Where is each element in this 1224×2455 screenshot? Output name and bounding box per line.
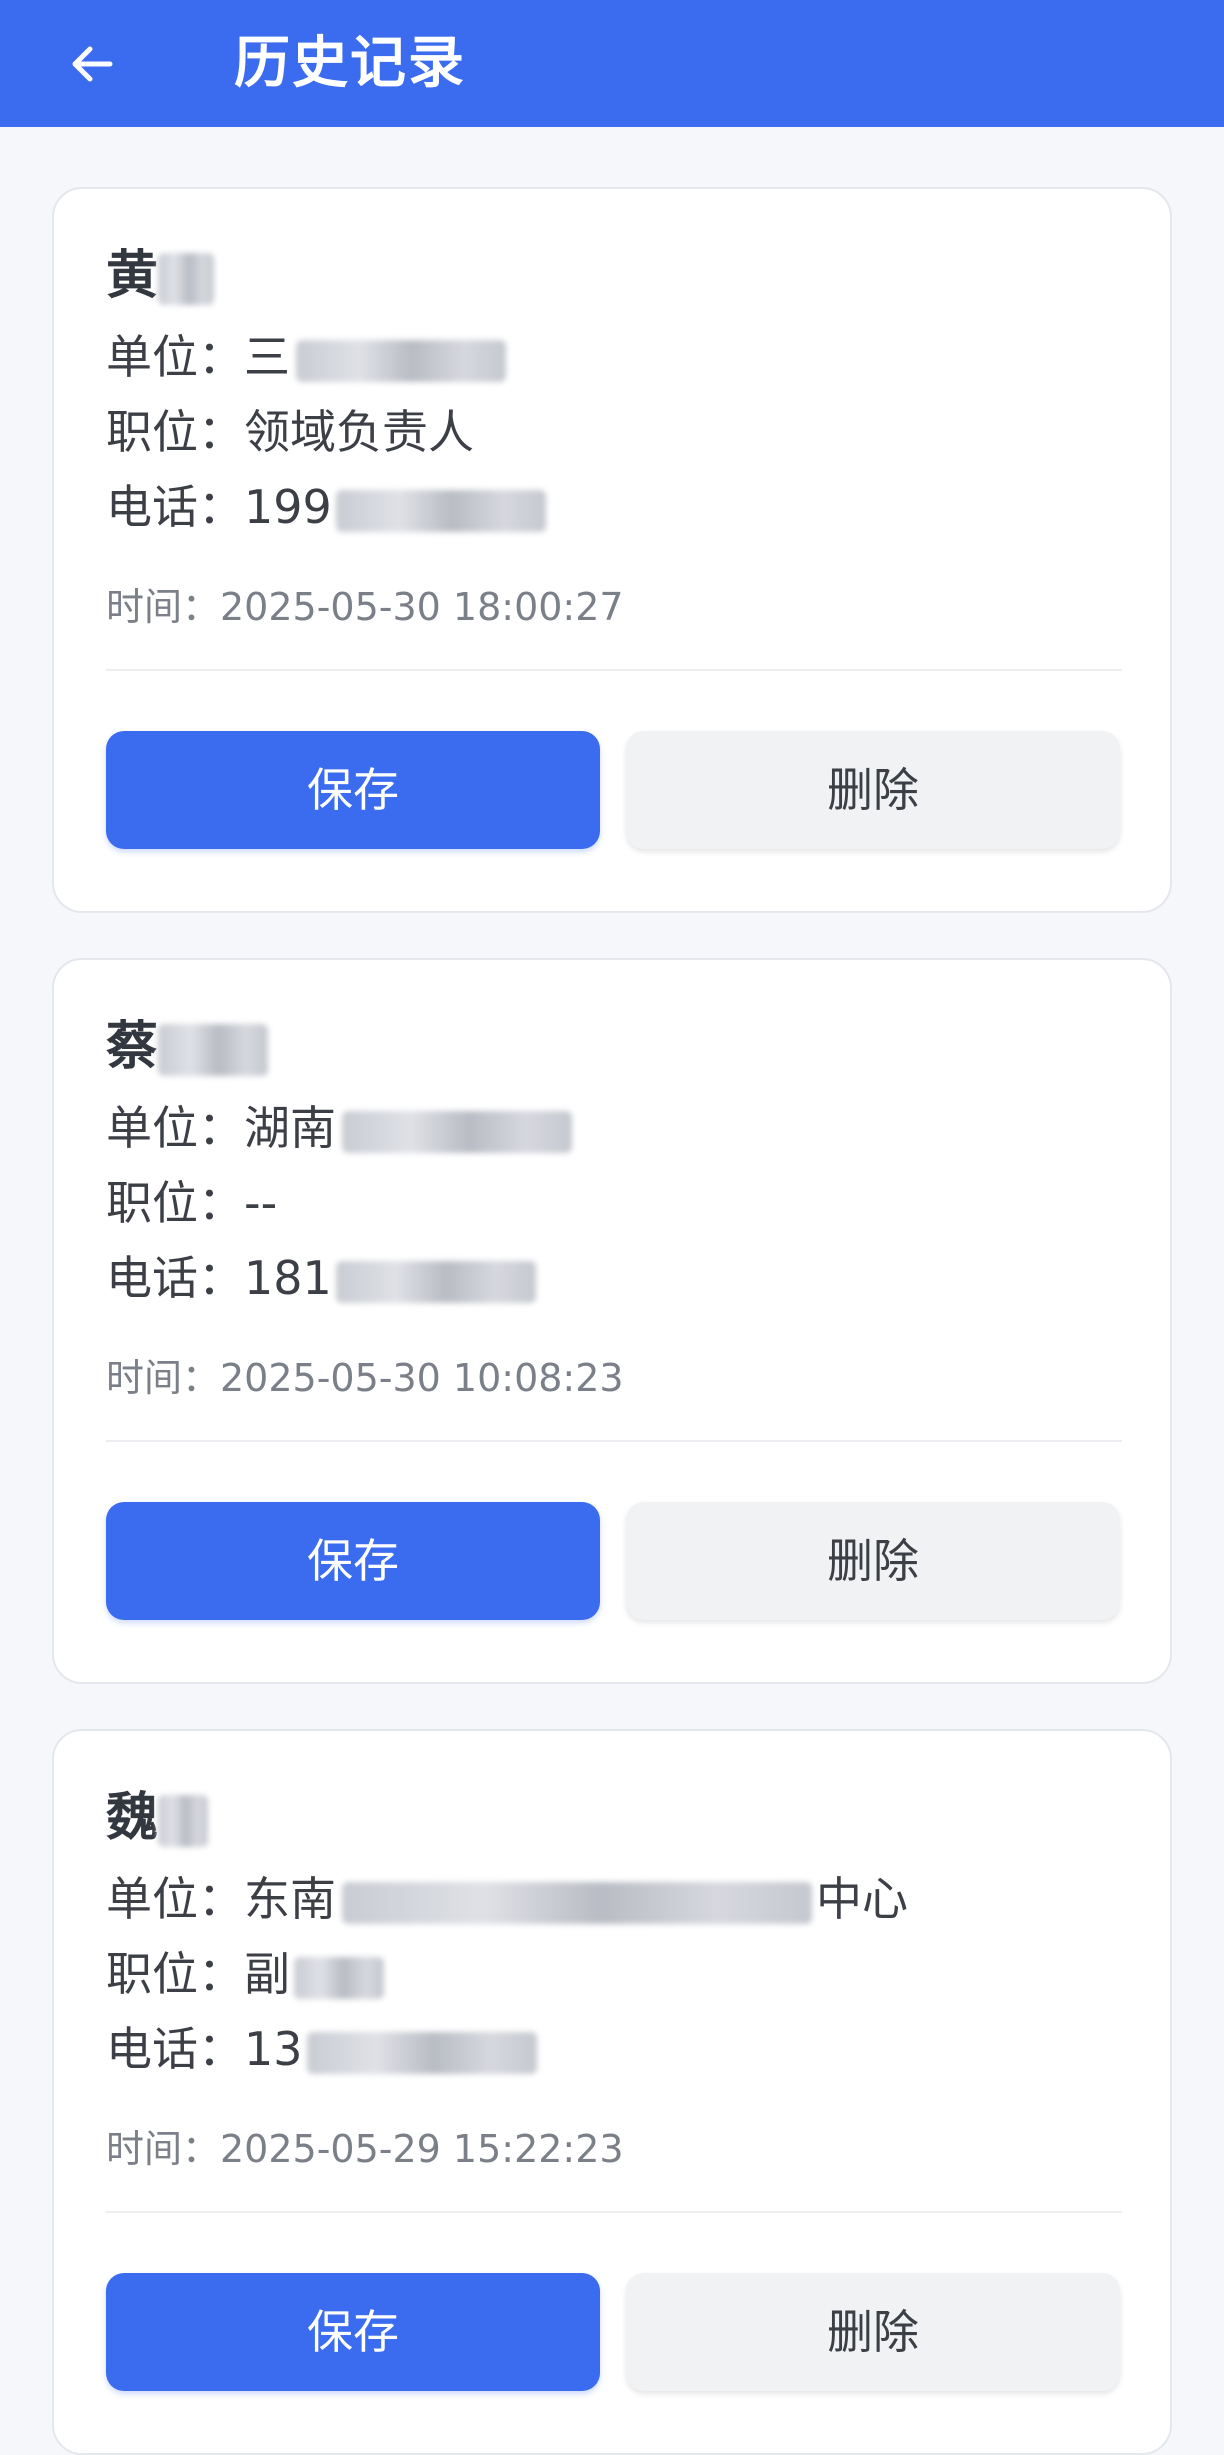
redacted-text (158, 253, 215, 305)
phone-label: 电话： (106, 2022, 244, 2076)
history-card: 魏 单位：东南 中心 职位：副 电话：13 时间：2025-05-29 15:22… (52, 1729, 1172, 2455)
record-time: 时间：2025-05-29 15:22:23 (106, 2127, 624, 2171)
delete-button[interactable]: 删除 (626, 2273, 1120, 2391)
app-header: 历史记录 (0, 0, 1224, 127)
redacted-text (158, 1024, 269, 1076)
unit-row: 单位：三 (106, 327, 506, 387)
arrow-left-icon (72, 46, 113, 82)
history-card: 黄 单位：三 职位：领域负责人 电话：199 时间：2025-05-30 18:… (52, 187, 1172, 913)
position-label: 职位： (106, 1947, 244, 2001)
delete-button[interactable]: 删除 (626, 1502, 1120, 1620)
contact-name: 黄 (106, 241, 215, 311)
contact-name: 魏 (106, 1783, 209, 1853)
position-label: 职位： (106, 405, 244, 459)
divider (106, 1440, 1122, 1442)
contact-name-text: 蔡 (106, 1017, 159, 1077)
redacted-text (335, 1260, 536, 1303)
history-card: 蔡 单位：湖南 职位：-- 电话：181 时间：2025-05-30 10:08… (52, 958, 1172, 1684)
divider (106, 2211, 1122, 2213)
position-value: 领域负责人 (244, 405, 474, 459)
position-value: -- (244, 1176, 278, 1230)
record-time: 时间：2025-05-30 18:00:27 (106, 585, 624, 629)
unit-label: 单位： (106, 1101, 244, 1155)
redacted-text (294, 1956, 384, 1999)
contact-name-text: 魏 (106, 1788, 159, 1848)
delete-button[interactable]: 删除 (626, 731, 1120, 849)
redacted-text (306, 2031, 537, 2074)
save-button[interactable]: 保存 (106, 2273, 600, 2391)
phone-row: 电话：181 (106, 1248, 536, 1308)
phone-label: 电话： (106, 480, 244, 534)
redacted-text (335, 489, 546, 532)
unit-row: 单位：东南 中心 (106, 1869, 908, 1929)
unit-label: 单位： (106, 1872, 244, 1926)
unit-value: 三 (244, 330, 290, 384)
phone-value: 181 (244, 1251, 332, 1305)
record-time: 时间：2025-05-30 10:08:23 (106, 1356, 624, 1400)
divider (106, 669, 1122, 671)
redacted-text (342, 1881, 812, 1924)
redacted-text (158, 1795, 209, 1847)
phone-value: 199 (244, 480, 332, 534)
unit-label: 单位： (106, 330, 244, 384)
position-label: 职位： (106, 1176, 244, 1230)
position-value: 副 (244, 1947, 290, 2001)
page-title: 历史记录 (234, 31, 466, 96)
unit-value-suffix: 中心 (816, 1872, 908, 1926)
contact-name-text: 黄 (106, 246, 159, 306)
unit-value: 湖南 (244, 1101, 336, 1155)
position-row: 职位：-- (106, 1173, 277, 1233)
unit-value: 东南 (244, 1872, 336, 1926)
phone-row: 电话：13 (106, 2019, 537, 2079)
phone-label: 电话： (106, 1251, 244, 1305)
phone-value: 13 (244, 2022, 303, 2076)
phone-row: 电话：199 (106, 477, 546, 537)
save-button[interactable]: 保存 (106, 731, 600, 849)
contact-name: 蔡 (106, 1012, 269, 1082)
save-button[interactable]: 保存 (106, 1502, 600, 1620)
position-row: 职位：副 (106, 1944, 384, 2004)
unit-row: 单位：湖南 (106, 1098, 572, 1158)
redacted-text (296, 339, 506, 382)
back-button[interactable] (66, 38, 118, 90)
position-row: 职位：领域负责人 (106, 402, 474, 462)
redacted-text (342, 1110, 572, 1153)
